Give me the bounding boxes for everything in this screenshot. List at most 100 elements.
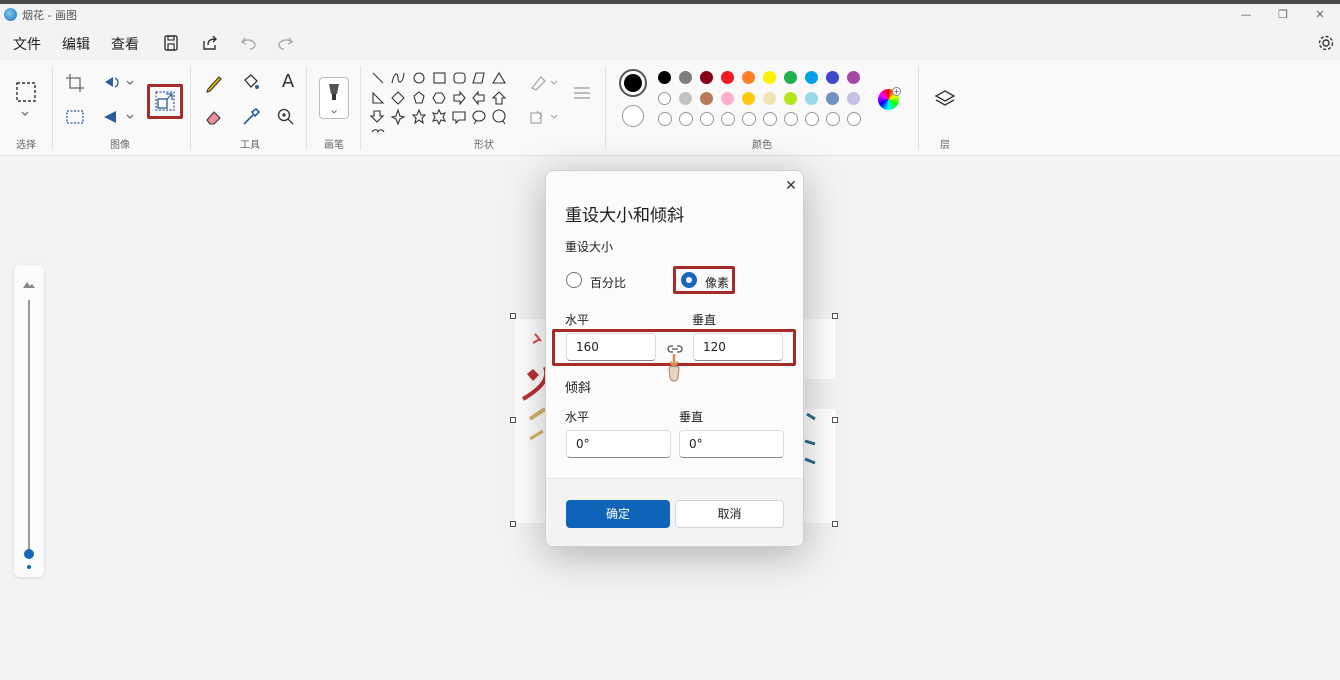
menu-file[interactable]: 文件 [13, 34, 41, 54]
vertical-size-input[interactable]: 120 [693, 333, 783, 361]
custom-color-slot[interactable] [763, 112, 777, 126]
pixels-radio[interactable] [681, 272, 697, 288]
maximize-button[interactable]: ❐ [1268, 6, 1298, 24]
pencil-icon[interactable] [203, 72, 225, 94]
resize-handle[interactable] [510, 417, 516, 423]
color-swatch[interactable] [763, 71, 776, 84]
chevron-down-icon[interactable] [124, 111, 136, 123]
custom-color-slot[interactable] [700, 112, 714, 126]
color-swatch[interactable] [847, 71, 860, 84]
rotate-icon[interactable] [101, 72, 123, 94]
redo-icon[interactable] [274, 32, 296, 54]
fill-bucket-icon[interactable] [239, 72, 261, 94]
color-swatch[interactable] [679, 71, 692, 84]
custom-color-slot[interactable] [742, 112, 756, 126]
line-width-icon[interactable] [571, 82, 593, 104]
color-swatch[interactable] [763, 92, 776, 105]
selection-icon[interactable] [15, 81, 37, 103]
menu-edit[interactable]: 编辑 [62, 34, 90, 54]
color-swatch[interactable] [826, 92, 839, 105]
cancel-button[interactable]: 取消 [675, 500, 784, 528]
group-label-brushes: 画笔 [324, 140, 344, 151]
color-swatch[interactable] [700, 71, 713, 84]
title-bar: 烟花 - 画图 — ❐ ✕ [0, 4, 1340, 26]
select-image-icon[interactable] [64, 106, 86, 128]
custom-color-slot[interactable] [826, 112, 840, 126]
outline-icon[interactable] [527, 72, 549, 94]
ok-button[interactable]: 确定 [566, 500, 670, 528]
percentage-radio[interactable] [566, 272, 582, 288]
resize-skew-dialog: ✕ 重设大小和倾斜 重设大小 百分比 像素 水平 垂直 160 120 倾斜 水… [545, 170, 804, 547]
magnifier-icon[interactable] [275, 106, 297, 128]
resize-handle[interactable] [510, 521, 516, 527]
eraser-icon[interactable] [203, 106, 225, 128]
text-tool-icon[interactable]: A [277, 71, 299, 93]
pixels-radio-label[interactable]: 像素 [705, 274, 729, 291]
resize-handle[interactable] [510, 313, 516, 319]
custom-color-slot[interactable] [721, 112, 735, 126]
vertical-label: 垂直 [692, 313, 717, 327]
group-label-select: 选择 [16, 140, 36, 151]
primary-color-button[interactable] [619, 69, 647, 97]
undo-icon[interactable] [238, 32, 260, 54]
chevron-down-icon[interactable] [548, 77, 560, 89]
color-swatch[interactable] [658, 71, 671, 84]
chevron-down-icon [331, 109, 337, 114]
skew-vertical-input[interactable]: 0° [679, 430, 784, 458]
custom-color-slot[interactable] [805, 112, 819, 126]
color-swatch[interactable] [805, 71, 818, 84]
custom-color-slot[interactable] [847, 112, 861, 126]
close-window-button[interactable]: ✕ [1305, 6, 1335, 24]
zoom-thumb[interactable] [24, 549, 34, 559]
secondary-color-button[interactable] [622, 105, 644, 127]
group-label-image: 图像 [110, 140, 130, 151]
ribbon-separator [360, 66, 361, 150]
chevron-down-icon[interactable] [19, 108, 31, 120]
layers-icon[interactable] [934, 88, 956, 110]
horizontal-label: 水平 [565, 313, 590, 327]
color-swatch[interactable] [847, 92, 860, 105]
resize-section-label: 重设大小 [565, 240, 614, 254]
save-icon[interactable] [160, 32, 182, 54]
resize-handle[interactable] [832, 417, 838, 423]
chevron-down-icon[interactable] [124, 77, 136, 89]
color-swatch[interactable] [742, 71, 755, 84]
color-swatch[interactable] [721, 71, 734, 84]
zoom-track[interactable] [28, 300, 30, 550]
zoom-slider-panel [14, 265, 44, 577]
color-picker-icon[interactable] [239, 106, 261, 128]
flip-icon[interactable] [101, 106, 123, 128]
skew-horizontal-input[interactable]: 0° [566, 430, 671, 458]
color-swatch[interactable] [679, 92, 692, 105]
color-swatch[interactable] [742, 92, 755, 105]
color-swatch[interactable] [658, 92, 671, 105]
percentage-radio-label[interactable]: 百分比 [590, 274, 626, 291]
minimize-button[interactable]: — [1231, 6, 1261, 24]
dialog-close-button[interactable]: ✕ [782, 177, 800, 195]
color-swatch[interactable] [805, 92, 818, 105]
horizontal-size-input[interactable]: 160 [566, 333, 656, 361]
skew-vertical-label: 垂直 [679, 410, 704, 424]
shapes-gallery[interactable] [368, 70, 508, 136]
ribbon-separator [605, 66, 606, 150]
share-icon[interactable] [199, 32, 221, 54]
custom-color-slot[interactable] [679, 112, 693, 126]
crop-icon[interactable] [64, 72, 86, 94]
menu-view[interactable]: 查看 [111, 34, 139, 54]
fill-icon[interactable] [527, 106, 549, 128]
brushes-button[interactable] [319, 77, 349, 119]
custom-color-slot[interactable] [658, 112, 672, 126]
resize-handle[interactable] [832, 521, 838, 527]
window-title: 烟花 - 画图 [22, 9, 77, 22]
gear-icon[interactable] [1315, 32, 1337, 54]
color-swatch[interactable] [784, 71, 797, 84]
custom-color-slot[interactable] [784, 112, 798, 126]
color-swatch[interactable] [784, 92, 797, 105]
color-swatch[interactable] [826, 71, 839, 84]
color-swatch[interactable] [721, 92, 734, 105]
resize-image-icon[interactable] [154, 90, 176, 112]
color-swatch[interactable] [700, 92, 713, 105]
resize-handle[interactable] [832, 313, 838, 319]
ribbon-separator [918, 66, 919, 150]
chevron-down-icon[interactable] [548, 111, 560, 123]
